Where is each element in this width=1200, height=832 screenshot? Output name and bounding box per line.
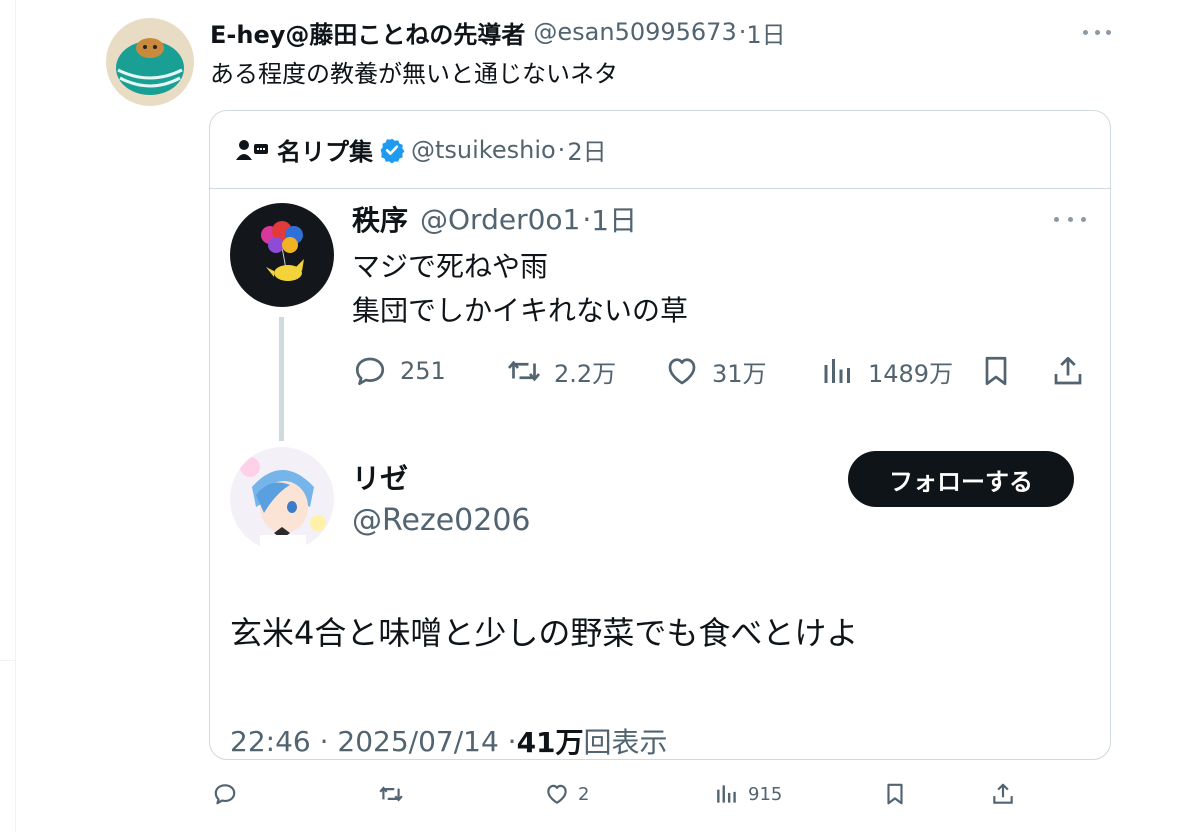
quoted-author-name[interactable]: リゼ bbox=[352, 457, 408, 497]
dot-separator: · bbox=[582, 202, 592, 236]
quoted-author-handle[interactable]: @Reze0206 bbox=[352, 503, 531, 538]
follow-button[interactable]: フォローする bbox=[848, 451, 1074, 507]
retweet-icon bbox=[507, 360, 541, 382]
reply-button[interactable] bbox=[212, 778, 246, 810]
bookmark-button[interactable] bbox=[882, 778, 916, 810]
bookmark-icon bbox=[985, 356, 1007, 386]
quote-header: 名リプ集 @tsuikeshio · 2日 bbox=[210, 111, 1110, 189]
reply-author-name[interactable]: 秩序 bbox=[352, 199, 408, 239]
reply-author-handle[interactable]: @Order0o1 bbox=[420, 203, 580, 236]
avatar[interactable] bbox=[230, 447, 334, 551]
like-count: 31万 bbox=[712, 359, 767, 388]
share-icon bbox=[1054, 356, 1082, 385]
more-icon[interactable] bbox=[1083, 22, 1111, 42]
tweet-metadata: 22:46 · 2025/07/14 · 41万 回表示 bbox=[230, 721, 668, 760]
reply-text-line: 集団でしかイキれないの草 bbox=[352, 294, 689, 327]
views-count: 1489万 bbox=[868, 359, 954, 388]
reply-time[interactable]: 1日 bbox=[591, 199, 637, 239]
share-button[interactable] bbox=[990, 778, 1024, 810]
author-name[interactable]: E-hey@藤田ことねの先導者 bbox=[210, 15, 525, 50]
reply-header: 秩序 @Order0o1 · 1日 bbox=[352, 199, 637, 239]
share-icon bbox=[993, 783, 1013, 804]
quote-card[interactable]: 名リプ集 @tsuikeshio · 2日 秩序 @Order0o1 · 1日 bbox=[209, 110, 1111, 760]
quote-author-handle[interactable]: @tsuikeshio bbox=[411, 136, 556, 164]
heart-icon bbox=[668, 358, 696, 385]
retweet-button[interactable] bbox=[378, 778, 412, 810]
avatar[interactable] bbox=[106, 18, 194, 106]
views-count: 41万 bbox=[516, 726, 584, 759]
reply-icon bbox=[214, 784, 236, 805]
reply-text: マジで死ねや雨 集団でしかイキれないの草 bbox=[352, 245, 688, 333]
community-icon bbox=[236, 139, 268, 160]
reply-button[interactable]: 251 bbox=[352, 351, 446, 391]
quote-author-name[interactable]: 名リプ集 bbox=[277, 132, 373, 167]
tweet-header: E-hey@藤田ことねの先導者 @esan50995673 · 1日 bbox=[210, 15, 786, 50]
bookmark-icon bbox=[887, 783, 903, 805]
heart-icon bbox=[547, 784, 567, 804]
retweet-icon bbox=[379, 786, 403, 802]
reply-icon bbox=[355, 357, 385, 386]
views-icon bbox=[717, 785, 736, 803]
tweet-text: ある程度の教養が無いと通じないネタ bbox=[210, 60, 618, 88]
dot-separator: · bbox=[738, 18, 747, 46]
more-icon[interactable] bbox=[1054, 209, 1086, 229]
quoted-tweet-text: 玄米4合と味噌と少しの野菜でも食べとけよ bbox=[230, 614, 859, 652]
views-icon bbox=[824, 359, 850, 383]
like-button[interactable]: 2 bbox=[544, 778, 589, 810]
like-button[interactable]: 31万 bbox=[664, 351, 767, 391]
timeline-left-border bbox=[15, 0, 16, 832]
retweet-button[interactable]: 2.2万 bbox=[506, 351, 616, 391]
views-button[interactable]: 915 bbox=[714, 778, 782, 810]
like-count: 2 bbox=[578, 783, 590, 805]
share-button[interactable] bbox=[1048, 351, 1088, 391]
views-button[interactable]: 1489万 bbox=[820, 351, 953, 391]
tweet-time[interactable]: 1日 bbox=[746, 15, 785, 50]
timeline-divider bbox=[0, 660, 15, 661]
avatar[interactable] bbox=[230, 203, 334, 307]
timestamp[interactable]: 22:46 · 2025/07/14 · bbox=[230, 725, 517, 758]
dot-separator: · bbox=[557, 135, 566, 164]
views-count: 915 bbox=[748, 783, 783, 805]
author-handle[interactable]: @esan50995673 bbox=[533, 18, 736, 46]
reply-count: 251 bbox=[400, 357, 446, 385]
thread-line bbox=[279, 317, 284, 441]
views-suffix: 回表示 bbox=[583, 726, 668, 759]
quote-time[interactable]: 2日 bbox=[567, 132, 606, 167]
verified-badge-icon bbox=[380, 138, 405, 163]
retweet-count: 2.2万 bbox=[554, 359, 617, 388]
bookmark-button[interactable] bbox=[976, 351, 1016, 391]
reply-text-line: マジで死ねや雨 bbox=[352, 250, 549, 283]
